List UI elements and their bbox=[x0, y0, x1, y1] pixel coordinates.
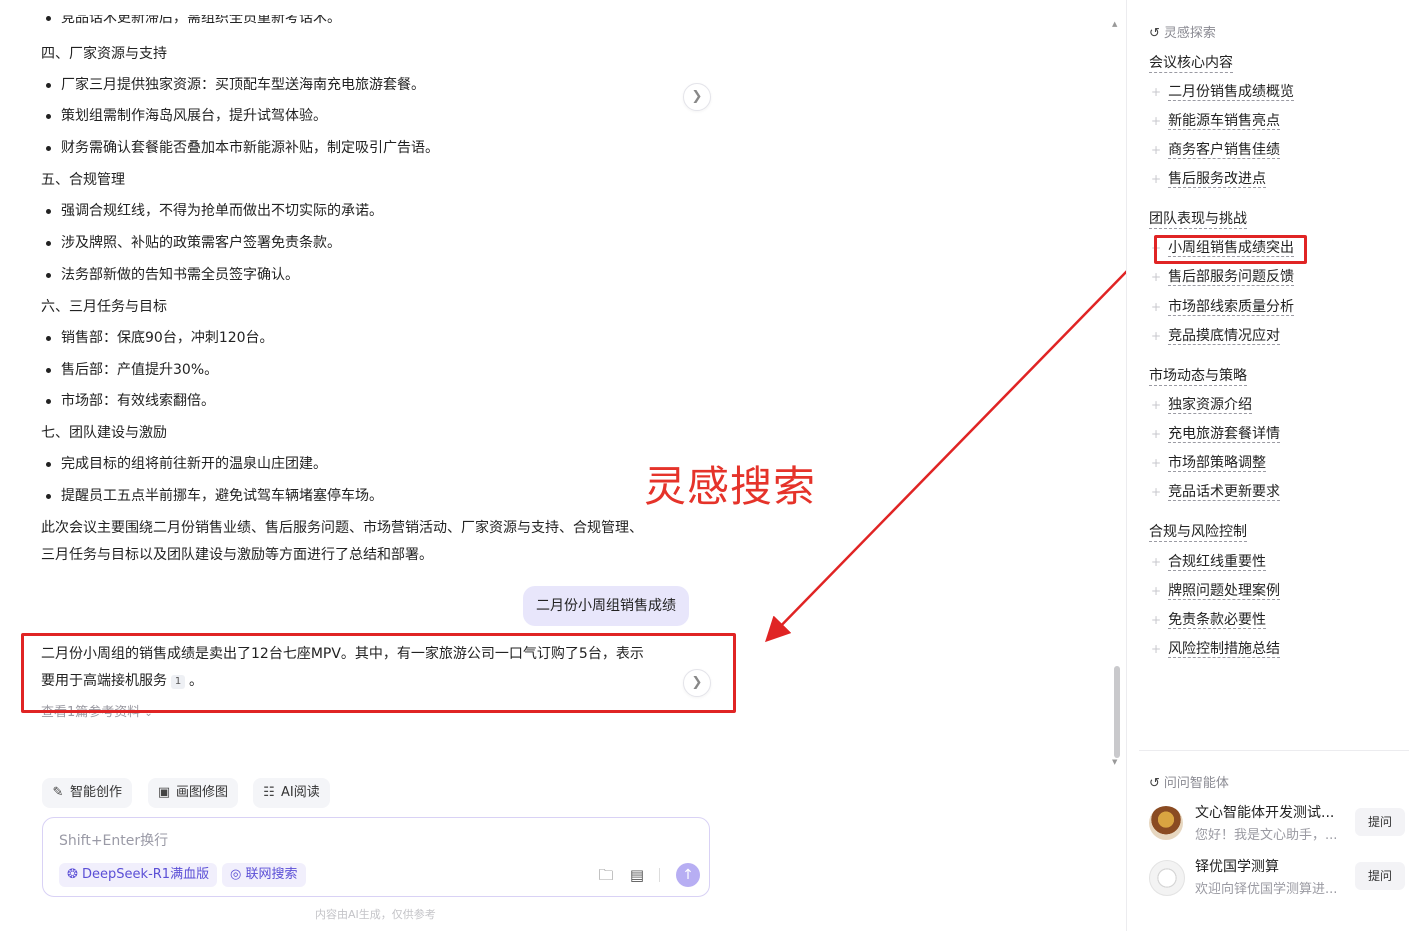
agent-description: 您好！我是文心助手，... bbox=[1195, 828, 1338, 843]
plus-icon: + bbox=[1151, 584, 1162, 598]
plus-icon: + bbox=[1151, 85, 1162, 99]
plus-icon: + bbox=[1151, 143, 1162, 157]
topic-item[interactable]: + 充电旅游套餐详情 bbox=[1151, 425, 1281, 443]
plus-icon: + bbox=[1151, 427, 1162, 441]
topic-item[interactable]: + 独家资源介绍 bbox=[1151, 396, 1253, 414]
topic-item[interactable]: + 合规红线重要性 bbox=[1151, 553, 1267, 571]
plus-icon: + bbox=[1151, 485, 1162, 499]
topic-item[interactable]: + 二月份销售成绩概览 bbox=[1151, 83, 1295, 101]
topic-item[interactable]: + 市场部策略调整 bbox=[1151, 454, 1267, 472]
agent-description: 欢迎向铎优国学测算进... bbox=[1195, 882, 1338, 897]
topic-item[interactable]: + 新能源车销售亮点 bbox=[1151, 112, 1281, 130]
agent-card[interactable]: 文心智能体开发测试... 您好！我是文心助手，... 提问 bbox=[1149, 802, 1407, 848]
topic-item[interactable]: + 售后服务改进点 bbox=[1151, 170, 1267, 188]
inspiration-title: ↺ 灵感探索 bbox=[1149, 26, 1216, 41]
plus-icon: + bbox=[1151, 114, 1162, 128]
plus-icon: + bbox=[1151, 329, 1162, 343]
plus-icon: + bbox=[1151, 398, 1162, 412]
plus-icon: + bbox=[1151, 300, 1162, 314]
group-title[interactable]: 合规与风险控制 bbox=[1149, 523, 1247, 542]
topic-item[interactable]: + 风险控制措施总结 bbox=[1151, 640, 1281, 658]
plus-icon: + bbox=[1151, 172, 1162, 186]
topic-item[interactable]: + 市场部线索质量分析 bbox=[1151, 298, 1295, 316]
agent-icon: ↺ bbox=[1149, 776, 1160, 791]
topic-item[interactable]: + 免责条款必要性 bbox=[1151, 611, 1267, 629]
agents-title: ↺ 问问智能体 bbox=[1149, 776, 1229, 791]
agent-name: 铎优国学测算 bbox=[1195, 859, 1279, 875]
group-title[interactable]: 团队表现与挑战 bbox=[1149, 210, 1247, 229]
agent-card[interactable]: 铎优国学测算 欢迎向铎优国学测算进... 提问 bbox=[1149, 856, 1407, 902]
ask-button[interactable]: 提问 bbox=[1355, 808, 1405, 836]
avatar bbox=[1149, 806, 1183, 840]
ask-button[interactable]: 提问 bbox=[1355, 862, 1405, 890]
inspiration-panel: ↺ 灵感探索 会议核心内容 + 二月份销售成绩概览 + 新能源车销售亮点 + 商务客户销… bbox=[1126, 0, 1409, 931]
plus-icon: + bbox=[1151, 642, 1162, 656]
topic-item[interactable]: + 竞品摸底情况应对 bbox=[1151, 327, 1281, 345]
highlight-box bbox=[1154, 235, 1307, 264]
plus-icon: + bbox=[1151, 270, 1162, 284]
plus-icon: + bbox=[1151, 555, 1162, 569]
topic-item[interactable]: + 竞品话术更新要求 bbox=[1151, 483, 1281, 501]
divider bbox=[1139, 750, 1409, 751]
group-title[interactable]: 市场动态与策略 bbox=[1149, 367, 1247, 386]
topic-item[interactable]: + 售后部服务问题反馈 bbox=[1151, 268, 1295, 286]
group-title[interactable]: 会议核心内容 bbox=[1149, 54, 1233, 73]
plus-icon: + bbox=[1151, 456, 1162, 470]
plus-icon: + bbox=[1151, 613, 1162, 627]
avatar bbox=[1149, 860, 1185, 896]
agent-name: 文心智能体开发测试... bbox=[1195, 805, 1335, 821]
topic-item[interactable]: + 牌照问题处理案例 bbox=[1151, 582, 1281, 600]
search-spark-icon: ↺ bbox=[1149, 26, 1160, 41]
topic-item[interactable]: + 商务客户销售佳绩 bbox=[1151, 141, 1281, 159]
